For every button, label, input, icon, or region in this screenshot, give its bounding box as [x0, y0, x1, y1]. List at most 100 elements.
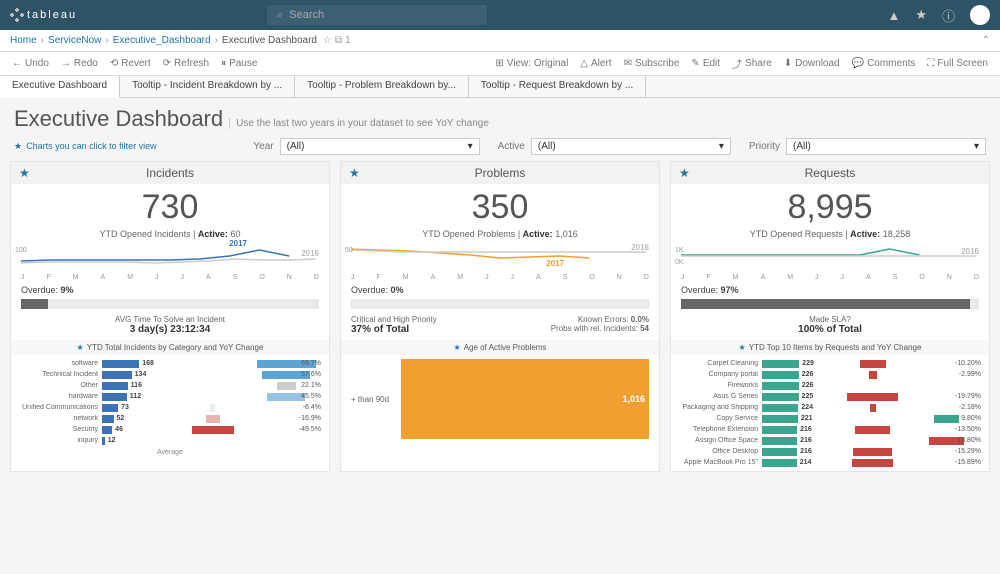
yoy-row[interactable]: -6.4%: [176, 402, 323, 413]
bar-row[interactable]: Unified Communications73: [17, 402, 164, 413]
views-icon[interactable]: ⧉: [335, 35, 342, 46]
filter-priority: Priority (All)▾: [749, 138, 986, 155]
overdue-bar[interactable]: [21, 299, 319, 309]
age-chart[interactable]: + than 90d 1,016: [351, 359, 649, 439]
filter-priority-select[interactable]: (All)▾: [786, 138, 986, 155]
bar-row[interactable]: Technical Incident134: [17, 369, 164, 380]
breadcrumb-link[interactable]: ServiceNow: [48, 35, 101, 46]
filter-active: Active (All)▾: [498, 138, 731, 155]
product-logo[interactable]: tableau: [10, 8, 77, 22]
bar-row[interactable]: Assign Office Space216: [677, 435, 824, 446]
kpi-requests[interactable]: 8,995 YTD Opened Requests | Active: 18,2…: [671, 184, 989, 243]
bar-row[interactable]: Security46: [17, 424, 164, 435]
search-input[interactable]: ⌕ Search: [267, 5, 487, 25]
requests-trend-chart[interactable]: 1K 0K 2016 JFMAMJJASOND: [681, 245, 979, 281]
star-icon: ★: [349, 166, 360, 180]
tab-executive[interactable]: Executive Dashboard: [0, 76, 120, 98]
stat-row: Critical and High Priority37% of Total K…: [341, 313, 659, 337]
yoy-row[interactable]: 13.80%: [836, 435, 983, 446]
yoy-row[interactable]: 57.6%: [176, 369, 323, 380]
bar-row[interactable]: Telephone Extension216: [677, 424, 824, 435]
chevron-down-icon: ▾: [719, 141, 724, 152]
bar-row[interactable]: hardware112: [17, 391, 164, 402]
yoy-row[interactable]: -16.9%: [176, 413, 323, 424]
bar-row[interactable]: Apple MacBook Pro 15"214: [677, 457, 824, 468]
overdue-row: Overdue: 9%: [11, 283, 329, 297]
sheet-tabs: Executive Dashboard Tooltip - Incident B…: [0, 76, 1000, 98]
yoy-row[interactable]: -15.89%: [836, 457, 983, 468]
yoy-row[interactable]: -19.79%: [836, 391, 983, 402]
undo-button[interactable]: ←Undo: [6, 58, 55, 69]
star-icon: ★: [679, 166, 690, 180]
avatar[interactable]: [970, 5, 990, 25]
redo-button[interactable]: →Redo: [55, 58, 104, 69]
sub-header: ★YTD Top 10 Items by Requests and YoY Ch…: [671, 340, 989, 355]
comments-button[interactable]: 💬Comments: [846, 56, 922, 71]
overdue-bar[interactable]: [681, 299, 979, 309]
toolbar: ←Undo →Redo ⟲Revert ⟳Refresh ⏸Pause ⊞Vie…: [0, 52, 1000, 76]
yoy-row[interactable]: 45.5%: [176, 391, 323, 402]
bar-row[interactable]: Carpet Cleaning229: [677, 358, 824, 369]
chevron-down-icon: ▾: [974, 141, 979, 152]
subscribe-button[interactable]: ✉Subscribe: [618, 56, 686, 71]
stat-avg-time: AVG Time To Solve an Incident 3 day(s) 2…: [11, 313, 329, 337]
alert-button[interactable]: △Alert: [574, 56, 617, 71]
yoy-row[interactable]: -2.18%: [836, 402, 983, 413]
share-icon: ⤴: [732, 56, 742, 71]
yoy-row[interactable]: 9.80%: [836, 413, 983, 424]
age-bar: 1,016: [401, 359, 649, 439]
requests-yoy-chart[interactable]: -10.20%-2.99% -19.79%-2.18%9.80%-13.50%13…: [830, 355, 989, 471]
kpi-subtitle: YTD Opened Requests | Active: 18,258: [679, 229, 981, 239]
bar-row[interactable]: Packaging and Shipping224: [677, 402, 824, 413]
bar-row[interactable]: Asus G Series225: [677, 391, 824, 402]
requests-top10-chart[interactable]: Carpet Cleaning229Company portal226Firew…: [671, 355, 830, 471]
view-button[interactable]: ⊞View: Original: [489, 56, 574, 71]
yoy-row[interactable]: -10.20%: [836, 358, 983, 369]
bar-row[interactable]: Other116: [17, 380, 164, 391]
yoy-row[interactable]: -15.29%: [836, 446, 983, 457]
bar-row[interactable]: Company portal226: [677, 369, 824, 380]
kpi-problems[interactable]: 350 YTD Opened Problems | Active: 1,016: [341, 184, 659, 243]
yoy-row[interactable]: -13.50%: [836, 424, 983, 435]
bar-row[interactable]: Fireworks226: [677, 380, 824, 391]
yoy-row[interactable]: -2.99%: [836, 369, 983, 380]
incidents-trend-chart[interactable]: 100 2017 2016 JFMAMJJASOND: [21, 245, 319, 281]
problems-trend-chart[interactable]: 50 2017 2016 JFMAMJJASOND: [351, 245, 649, 281]
alert-icon[interactable]: ▲: [887, 8, 900, 23]
tab-problem-tooltip[interactable]: Tooltip - Problem Breakdown by...: [295, 76, 469, 97]
refresh-button[interactable]: ⟳Refresh: [157, 58, 215, 69]
yoy-row[interactable]: 22.1%: [176, 380, 323, 391]
pause-button[interactable]: ⏸Pause: [215, 58, 263, 69]
overdue-bar[interactable]: [351, 299, 649, 309]
favorite-icon[interactable]: ★: [915, 7, 927, 23]
tab-incident-tooltip[interactable]: Tooltip - Incident Breakdown by ...: [120, 76, 295, 97]
bar-row[interactable]: network52: [17, 413, 164, 424]
kpi-incidents[interactable]: 730 YTD Opened Incidents | Active: 60: [11, 184, 329, 243]
fullscreen-button[interactable]: ⛶Full Screen: [921, 56, 994, 71]
download-button[interactable]: ⬇Download: [778, 56, 846, 71]
revert-button[interactable]: ⟲Revert: [104, 58, 157, 69]
edit-button[interactable]: ✎Edit: [685, 56, 726, 71]
star-icon[interactable]: ☆: [323, 35, 332, 46]
page-subtitle: Use the last two years in your dataset t…: [229, 118, 489, 129]
filter-year-select[interactable]: (All)▾: [280, 138, 480, 155]
filter-active-select[interactable]: (All)▾: [531, 138, 731, 155]
incidents-yoy-chart[interactable]: 69.7%57.6%22.1%45.5%-6.4%-16.9%-49.5%: [170, 355, 329, 449]
incidents-category-chart[interactable]: software168Technical Incident134Other116…: [11, 355, 170, 449]
breadcrumb-link[interactable]: Executive_Dashboard: [113, 35, 211, 46]
bar-row[interactable]: Office Desktop216: [677, 446, 824, 457]
pause-icon: ⏸: [221, 58, 226, 69]
yoy-row[interactable]: [176, 435, 323, 446]
tab-request-tooltip[interactable]: Tooltip - Request Breakdown by ...: [469, 76, 646, 97]
bar-row[interactable]: inquiry12: [17, 435, 164, 446]
share-button[interactable]: ⤴Share: [726, 56, 778, 71]
info-icon[interactable]: ⓘ: [942, 6, 955, 25]
yoy-row[interactable]: 69.7%: [176, 358, 323, 369]
chevron-up-icon[interactable]: ⌃: [982, 35, 990, 46]
bar-row[interactable]: software168: [17, 358, 164, 369]
yoy-row[interactable]: [836, 380, 983, 391]
comment-icon: 💬: [852, 58, 864, 69]
yoy-row[interactable]: -49.5%: [176, 424, 323, 435]
bar-row[interactable]: Copy Service221: [677, 413, 824, 424]
breadcrumb-link[interactable]: Home: [10, 35, 37, 46]
